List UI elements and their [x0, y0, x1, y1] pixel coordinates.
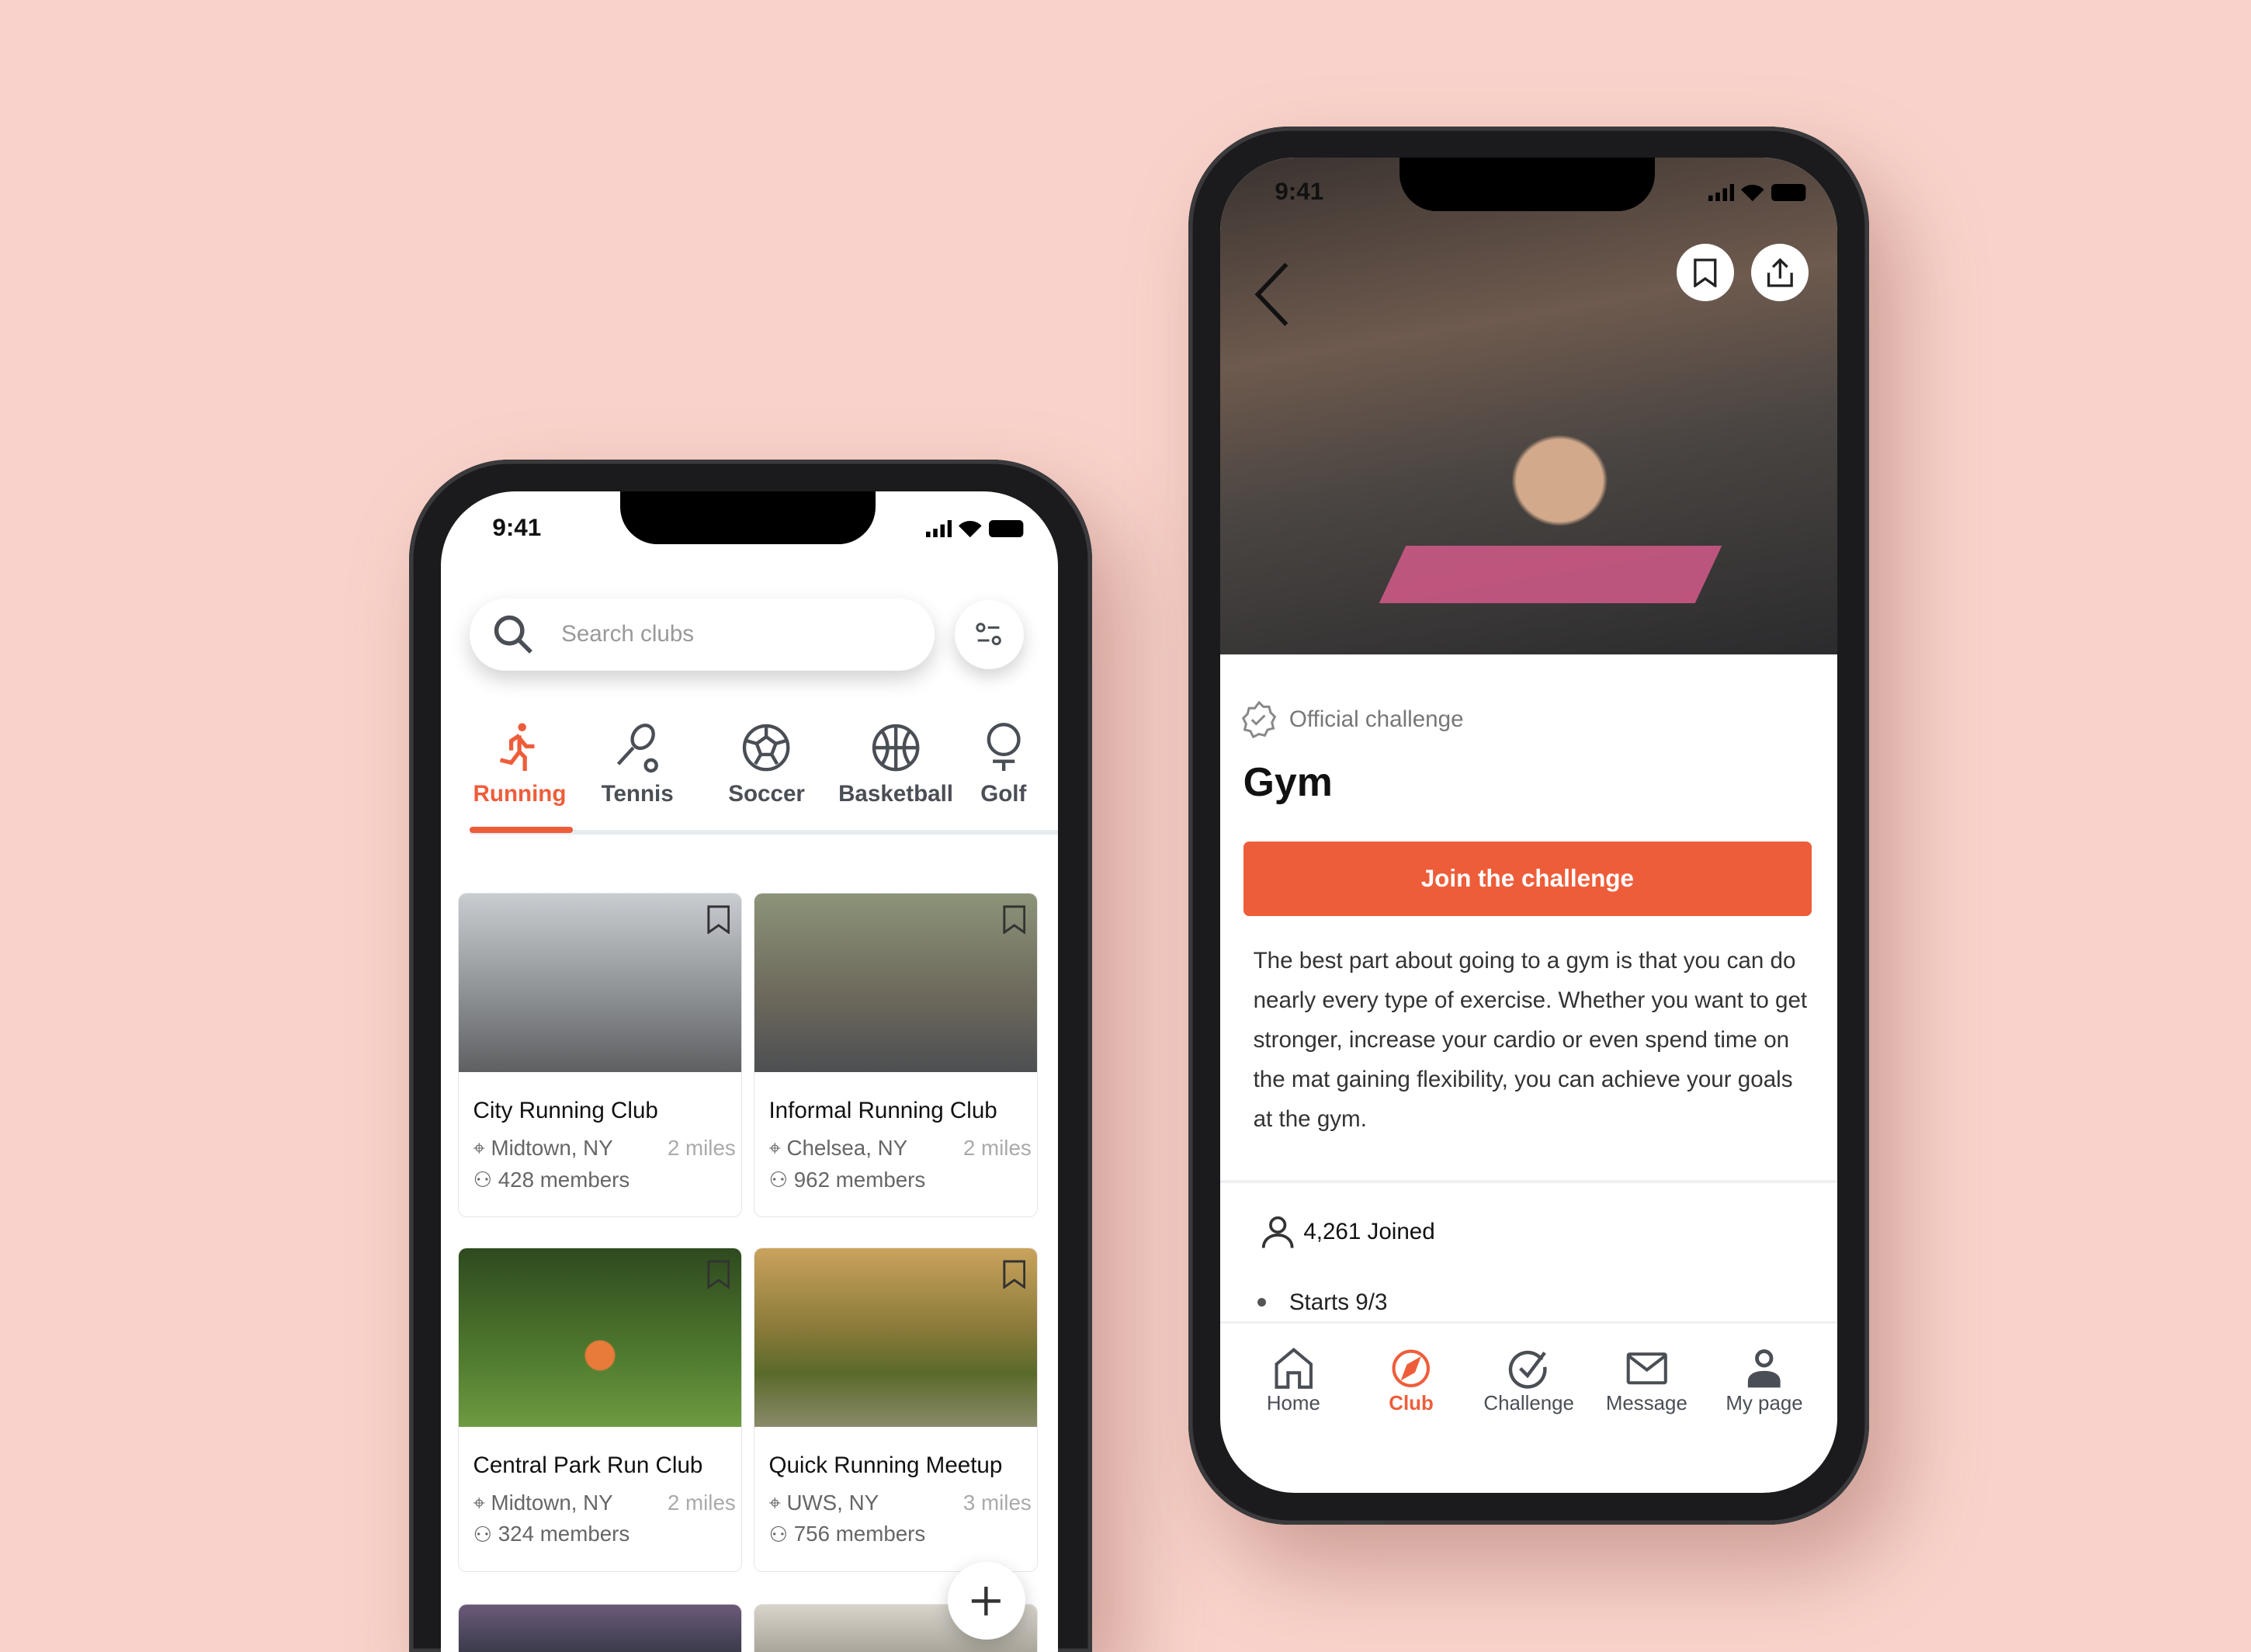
- club-location-row: ⌖ Chelsea, NY 2 miles: [768, 1135, 1032, 1161]
- bookmark-icon[interactable]: [1003, 1260, 1026, 1289]
- stage: 9:41 Search clubs Running Tennis Soccer …: [0, 0, 2251, 1652]
- club-image: [754, 1248, 1038, 1427]
- battery-icon: [1771, 183, 1806, 201]
- battery-icon: [989, 519, 1024, 537]
- club-image: [754, 894, 1038, 1072]
- tab-basketball[interactable]: Basketball: [831, 720, 960, 821]
- join-challenge-button[interactable]: Join the challenge: [1243, 841, 1812, 916]
- wifi-icon: [1741, 184, 1764, 201]
- bookmark-button[interactable]: [1677, 244, 1735, 302]
- status-time: 9:41: [492, 514, 542, 542]
- user-icon: [1748, 1348, 1781, 1388]
- bookmark-icon[interactable]: [707, 1260, 730, 1289]
- share-icon: [1767, 258, 1793, 287]
- club-name: Central Park Run Club: [473, 1452, 703, 1478]
- back-button[interactable]: [1252, 259, 1295, 330]
- bookmark-icon[interactable]: [707, 905, 730, 935]
- category-tabs: Running Tennis Soccer Basketball Golf: [467, 720, 1058, 821]
- club-name: Informal Running Club: [768, 1097, 997, 1123]
- tab-running[interactable]: Running: [467, 720, 573, 821]
- check-circle-icon: [1508, 1350, 1547, 1389]
- person-icon: [1261, 1216, 1294, 1248]
- status-time: 9:41: [1275, 178, 1324, 206]
- tab-golf[interactable]: Golf: [960, 720, 1046, 821]
- notch: [619, 491, 876, 544]
- verified-badge-icon: [1241, 700, 1277, 738]
- challenge-description: The best part about going to a gym is th…: [1253, 948, 1808, 1132]
- yoga-mat: [1379, 545, 1722, 603]
- location-pin-icon: ⌖: [768, 1490, 782, 1515]
- nav-club[interactable]: Club: [1352, 1347, 1470, 1415]
- location-pin-icon: ⌖: [768, 1135, 782, 1160]
- club-card[interactable]: Informal Running Club ⌖ Chelsea, NY 2 mile…: [753, 893, 1039, 1218]
- nav-my-page[interactable]: My page: [1705, 1347, 1823, 1415]
- right-phone-screen: 9:41 Official challenge Gym Join the cha…: [1220, 158, 1838, 1494]
- club-location-row: ⌖ Midtown, NY 2 miles: [473, 1135, 736, 1161]
- signal-icon: [925, 519, 952, 537]
- club-location-row: ⌖ UWS, NY 3 miles: [768, 1490, 1032, 1515]
- club-members-row: ⚇ 962 members: [768, 1167, 926, 1192]
- sliders-icon: [976, 623, 1001, 645]
- page-title: Gym: [1243, 758, 1333, 804]
- active-tab-indicator: [469, 827, 573, 833]
- left-phone-screen: 9:41 Search clubs Running Tennis Soccer …: [440, 491, 1059, 1652]
- person-icon: ⚇: [473, 1168, 493, 1192]
- basketball-icon: [872, 724, 920, 772]
- club-location-row: ⌖ Midtown, NY 2 miles: [473, 1490, 736, 1515]
- nav-challenge[interactable]: Challenge: [1470, 1347, 1588, 1415]
- add-club-button[interactable]: [947, 1562, 1025, 1640]
- person-icon: ⚇: [473, 1522, 493, 1546]
- status-icons: [1708, 183, 1809, 201]
- location-pin-icon: ⌖: [473, 1135, 486, 1160]
- notch: [1400, 158, 1656, 211]
- nav-message[interactable]: Message: [1588, 1347, 1706, 1415]
- club-card[interactable]: [457, 1603, 743, 1652]
- location-pin-icon: ⌖: [473, 1490, 486, 1515]
- tennis-icon: [616, 724, 658, 773]
- soccer-icon: [743, 724, 790, 772]
- club-members-row: ⚇ 428 members: [473, 1167, 630, 1192]
- club-image: [458, 1604, 742, 1652]
- official-badge: Official challenge: [1240, 700, 1464, 738]
- person-icon: ⚇: [768, 1168, 789, 1192]
- search-input[interactable]: Search clubs: [469, 599, 935, 671]
- club-card[interactable]: City Running Club ⌖ Midtown, NY 2 miles ⚇ 4…: [457, 893, 743, 1218]
- nav-home[interactable]: Home: [1235, 1347, 1353, 1415]
- status-icons: [925, 519, 1026, 537]
- bookmark-icon: [1694, 259, 1717, 287]
- plus-icon: [972, 1586, 1001, 1616]
- wifi-icon: [959, 520, 982, 537]
- joined-count: 4,261 Joined: [1261, 1215, 1435, 1249]
- home-icon: [1275, 1347, 1313, 1389]
- club-members-row: ⚇ 324 members: [473, 1522, 630, 1546]
- person-icon: ⚇: [768, 1522, 789, 1546]
- club-card[interactable]: Central Park Run Club ⌖ Midtown, NY 2 mile…: [457, 1248, 743, 1573]
- tab-tennis[interactable]: Tennis: [573, 720, 702, 821]
- divider: [1220, 1180, 1838, 1183]
- mail-icon: [1626, 1352, 1667, 1385]
- start-date: Starts 9/3: [1257, 1289, 1387, 1316]
- club-card[interactable]: Quick Running Meetup ⌖ UWS, NY 3 miles ⚇ 75…: [753, 1248, 1039, 1573]
- nav-divider: [1220, 1321, 1838, 1324]
- bottom-nav: Home Club Challenge Message My page: [1235, 1347, 1823, 1415]
- bullet: [1257, 1298, 1267, 1307]
- bookmark-icon[interactable]: [1003, 905, 1026, 935]
- running-icon: [500, 723, 535, 772]
- club-name: City Running Club: [473, 1097, 658, 1123]
- tab-soccer[interactable]: Soccer: [702, 720, 831, 821]
- club-image: [458, 1248, 742, 1427]
- filter-button[interactable]: [954, 600, 1024, 669]
- club-image: [458, 894, 742, 1072]
- club-members-row: ⚇ 756 members: [768, 1522, 926, 1546]
- compass-icon: [1392, 1349, 1431, 1387]
- search-placeholder: Search clubs: [561, 621, 695, 647]
- search-icon: [494, 615, 533, 654]
- signal-icon: [1708, 183, 1735, 201]
- club-name: Quick Running Meetup: [768, 1452, 1003, 1478]
- golf-icon: [987, 723, 1021, 772]
